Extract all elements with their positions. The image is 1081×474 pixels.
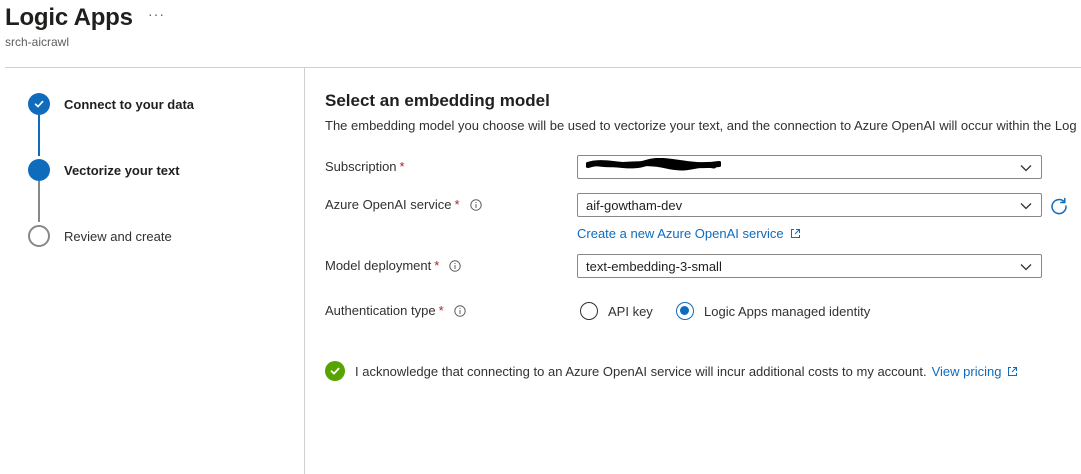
step-connector-2 (38, 181, 40, 222)
step-label: Review and create (64, 228, 172, 244)
step-label: Vectorize your text (64, 162, 180, 178)
step-connect-data[interactable]: Connect to your data (28, 93, 194, 115)
openai-service-label: Azure OpenAI service * (325, 197, 482, 212)
header-divider (5, 67, 1081, 68)
radio-label: Logic Apps managed identity (704, 303, 871, 319)
step-connector-1 (38, 115, 40, 156)
checkmark-icon (28, 93, 50, 115)
resource-subtitle: srch-aicrawl (5, 35, 70, 49)
radio-checked-icon (676, 302, 694, 320)
radio-unchecked-icon (580, 302, 598, 320)
model-deployment-dropdown[interactable]: text-embedding-3-small (577, 254, 1042, 278)
step-vectorize-text[interactable]: Vectorize your text (28, 159, 180, 181)
acknowledgement-text: I acknowledge that connecting to an Azur… (355, 363, 927, 379)
info-icon[interactable] (469, 198, 482, 211)
page-title: Logic Apps (5, 4, 133, 31)
chevron-down-icon (1020, 264, 1032, 271)
radio-label: API key (608, 303, 653, 319)
info-icon[interactable] (449, 259, 461, 272)
external-link-icon (1008, 366, 1018, 376)
cost-acknowledgement: I acknowledge that connecting to an Azur… (325, 361, 1018, 381)
create-openai-service-link[interactable]: Create a new Azure OpenAI service (577, 226, 801, 241)
refresh-icon[interactable] (1049, 196, 1069, 216)
stepper-divider (304, 68, 305, 474)
chevron-down-icon (1020, 203, 1032, 210)
more-options-button[interactable]: ··· (148, 6, 165, 22)
redaction-scribble (586, 158, 721, 171)
auth-managed-identity-radio[interactable]: Logic Apps managed identity (676, 302, 870, 320)
auth-api-key-radio[interactable]: API key (580, 302, 653, 320)
checkmark-icon[interactable] (325, 361, 345, 381)
openai-service-dropdown[interactable]: aif-gowtham-dev (577, 193, 1042, 217)
external-link-icon (790, 229, 800, 238)
info-icon[interactable] (453, 304, 466, 317)
subscription-label: Subscription * (325, 159, 405, 174)
section-description: The embedding model you choose will be u… (325, 118, 1077, 133)
pending-step-icon (28, 225, 50, 247)
section-title: Select an embedding model (325, 91, 550, 110)
step-review-create[interactable]: Review and create (28, 225, 172, 247)
model-deployment-label: Model deployment * (325, 258, 461, 273)
step-label: Connect to your data (64, 96, 195, 112)
chevron-down-icon (1020, 165, 1032, 172)
view-pricing-link[interactable]: View pricing (932, 364, 1019, 379)
auth-type-label: Authentication type * (325, 303, 466, 318)
current-step-icon (28, 159, 50, 181)
